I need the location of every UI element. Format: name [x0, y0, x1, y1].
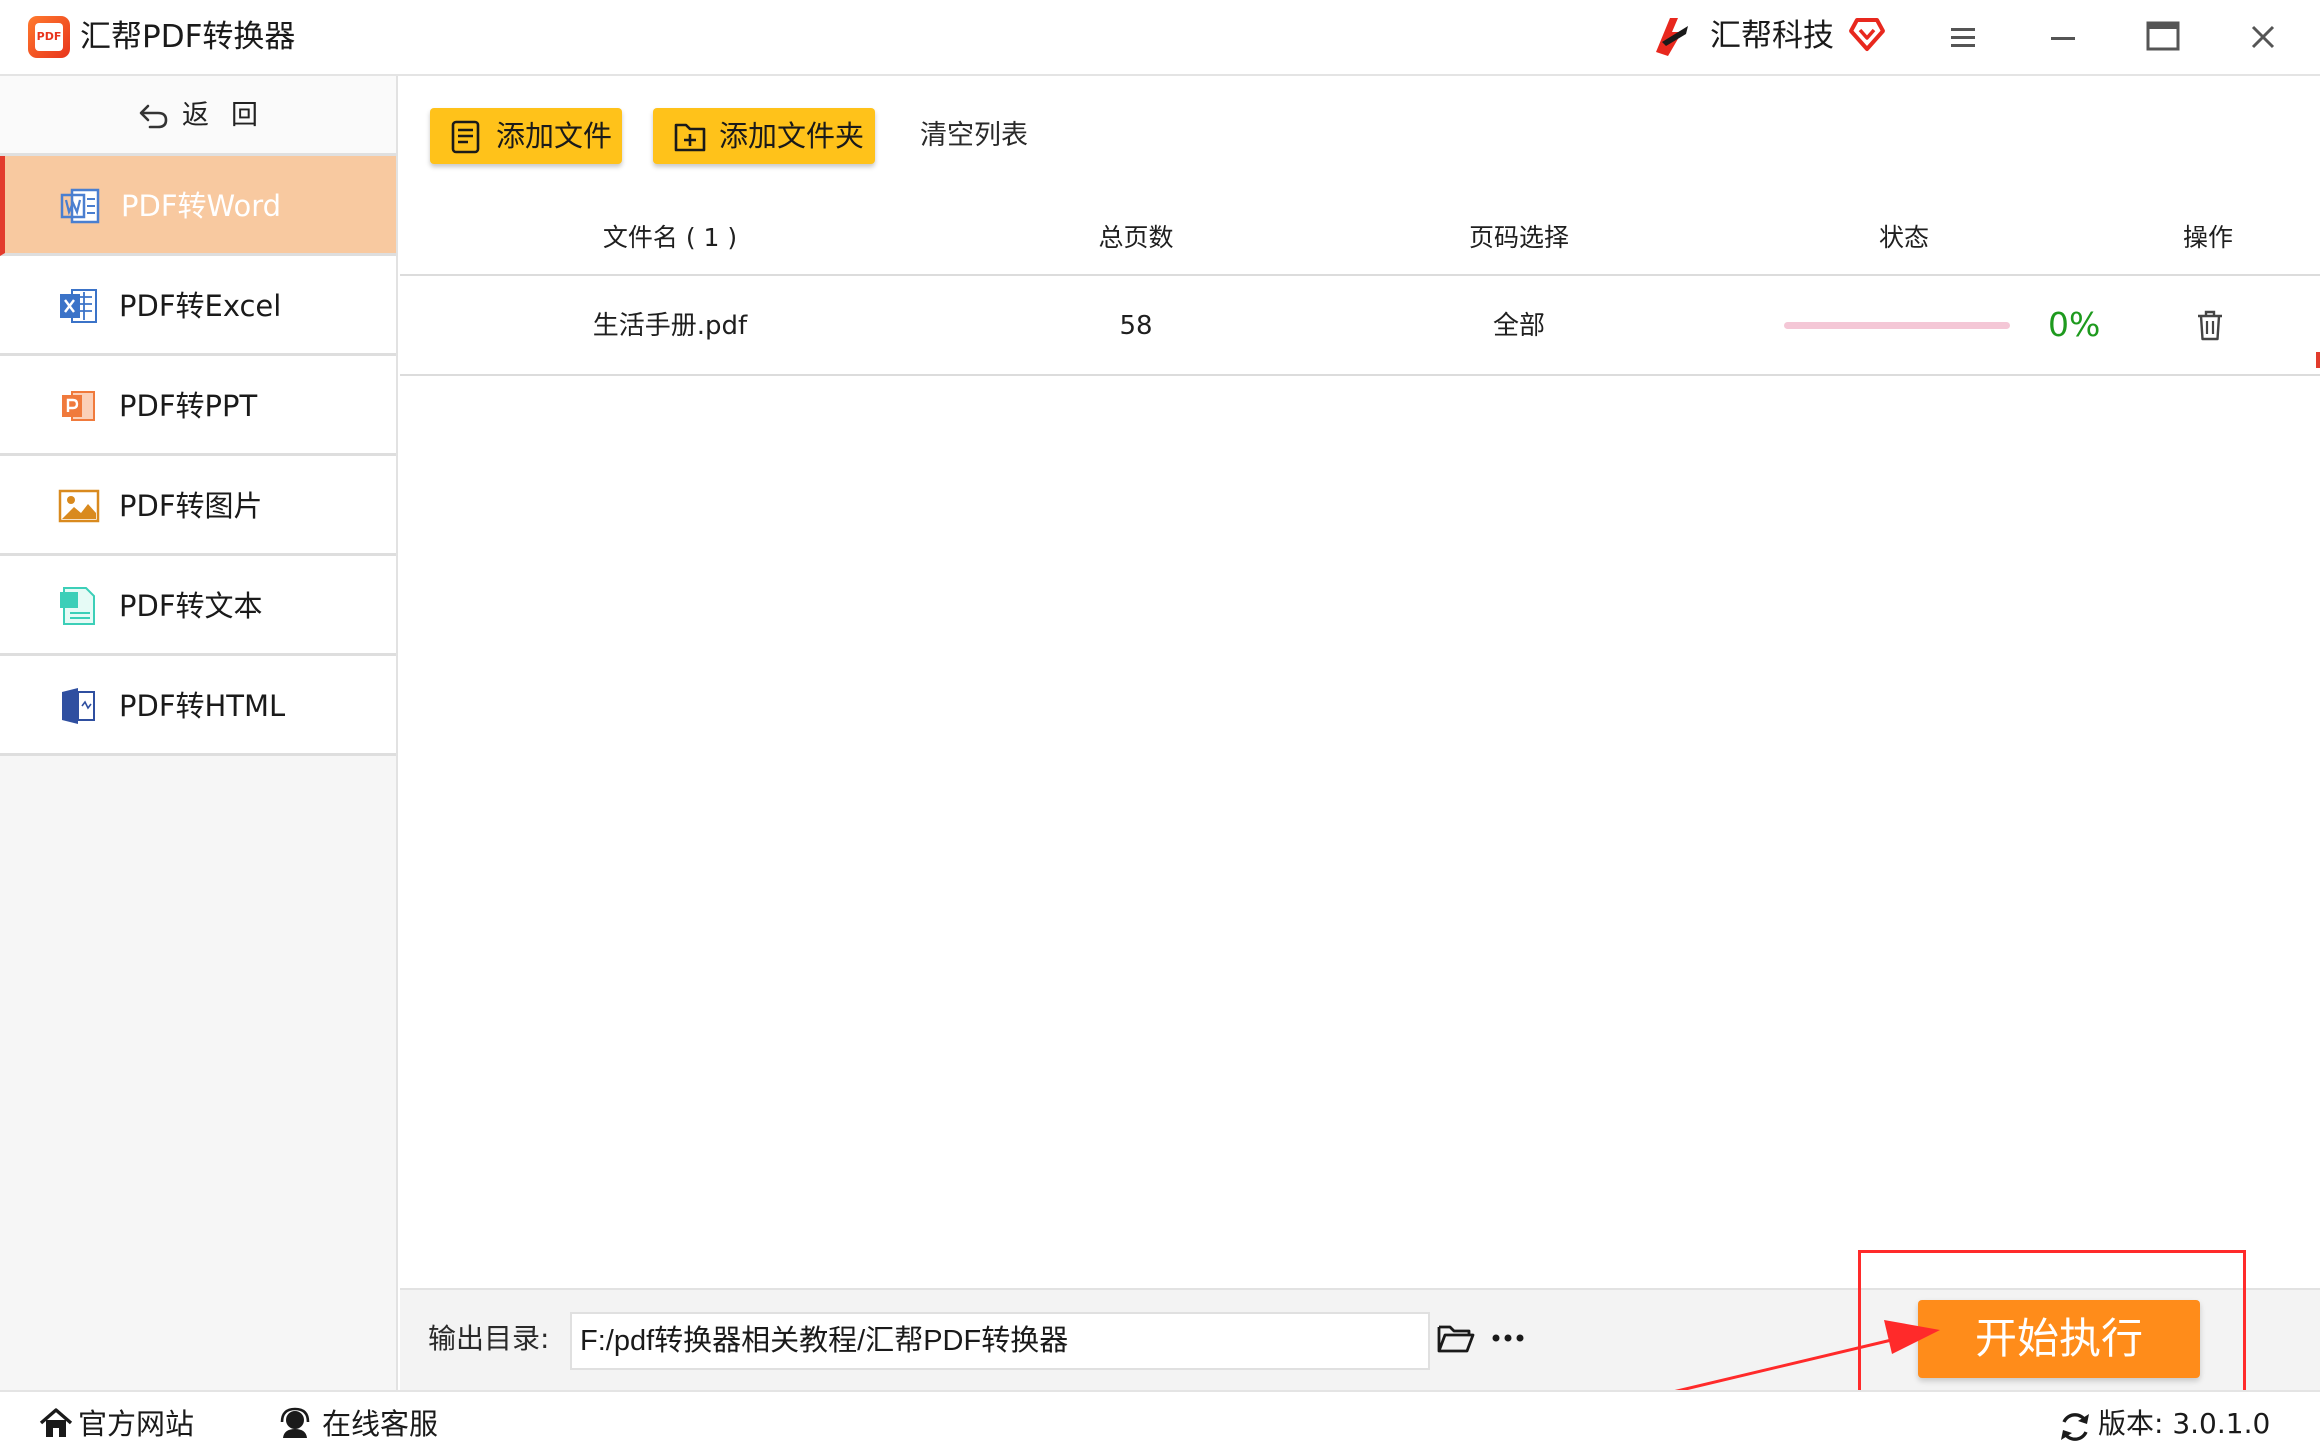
- page-range-select[interactable]: 全部: [1493, 308, 1545, 344]
- add-folder-icon: [674, 123, 706, 152]
- text-icon: [60, 587, 95, 625]
- column-header-status: 状态: [1878, 223, 1930, 252]
- add-folder-button[interactable]: 添加文件夹: [653, 108, 875, 164]
- hamburger-menu-icon[interactable]: [1938, 14, 1988, 60]
- total-pages: 58: [1119, 311, 1153, 341]
- word-icon: [60, 188, 100, 224]
- sidebar-item-pdf-to-html[interactable]: PDF转HTML: [0, 656, 396, 756]
- sidebar: 返回 PDF转Word PDF转Excel PDF转PPT PDF转图片 PDF…: [0, 76, 398, 1390]
- output-dir-input[interactable]: F:/pdf转换器相关教程/汇帮PDF转换器: [570, 1312, 1430, 1370]
- minimize-icon[interactable]: [2038, 14, 2088, 60]
- ppt-icon: [62, 391, 95, 421]
- online-support-link[interactable]: 在线客服: [322, 1404, 438, 1444]
- sidebar-item-pdf-to-excel[interactable]: PDF转Excel: [0, 256, 396, 356]
- heart-diamond-icon[interactable]: [1848, 16, 1886, 52]
- status-bar: 官方网站 在线客服 版本: 3.0.1.0: [0, 1390, 2320, 1456]
- sidebar-item-pdf-to-text[interactable]: PDF转文本: [0, 556, 396, 656]
- headset-icon[interactable]: [278, 1406, 312, 1440]
- html-icon: [62, 688, 95, 724]
- progress-bar: [1784, 322, 2010, 329]
- official-website-link[interactable]: 官方网站: [78, 1404, 194, 1444]
- sidebar-item-label: PDF转PPT: [119, 389, 258, 423]
- refresh-icon[interactable]: [2058, 1410, 2092, 1444]
- add-file-label: 添加文件: [496, 119, 613, 153]
- clear-list-button[interactable]: 清空列表: [920, 117, 1028, 155]
- image-icon: [58, 489, 100, 523]
- column-header-pages: 总页数: [1098, 223, 1174, 252]
- sidebar-item-label: PDF转Word: [121, 189, 282, 223]
- home-icon[interactable]: [38, 1406, 74, 1440]
- pdf-app-icon: PDF: [28, 16, 70, 58]
- open-folder-icon[interactable]: [1436, 1320, 1476, 1356]
- file-name: 生活手册.pdf: [592, 311, 748, 341]
- conversion-nav: PDF转Word PDF转Excel PDF转PPT PDF转图片 PDF转文本…: [0, 156, 396, 756]
- row-edge-marker: [2316, 352, 2320, 368]
- sidebar-item-label: PDF转文本: [119, 589, 263, 623]
- sidebar-item-pdf-to-word[interactable]: PDF转Word: [0, 156, 396, 256]
- progress-percent: 0%: [2048, 305, 2101, 344]
- column-header-page-range: 页码选择: [1468, 223, 1570, 252]
- add-file-button[interactable]: 添加文件: [430, 108, 622, 164]
- maximize-icon[interactable]: [2138, 14, 2188, 60]
- add-file-icon: [451, 120, 480, 154]
- sidebar-item-label: PDF转HTML: [119, 689, 286, 723]
- back-label: 返回: [182, 100, 280, 131]
- back-arrow-icon: [139, 104, 168, 129]
- trash-icon[interactable]: [2194, 308, 2226, 342]
- version-text: 版本: 3.0.1.0: [2098, 1407, 2271, 1440]
- sidebar-item-label: PDF转图片: [119, 489, 263, 523]
- app-logo-text: PDF: [35, 23, 63, 51]
- table-header: 文件名 ( 1 ) 总页数 页码选择 状态 操作: [400, 206, 2320, 276]
- app-title: 汇帮PDF转换器: [80, 19, 296, 55]
- close-icon[interactable]: [2238, 14, 2288, 60]
- sidebar-item-pdf-to-image[interactable]: PDF转图片: [0, 456, 396, 556]
- start-button[interactable]: 开始执行: [1918, 1300, 2200, 1378]
- excel-icon: [60, 289, 97, 323]
- sidebar-item-pdf-to-ppt[interactable]: PDF转PPT: [0, 356, 396, 456]
- table-row[interactable]: 生活手册.pdf 58 全部 0%: [400, 276, 2320, 376]
- back-button[interactable]: 返回: [0, 76, 396, 156]
- brand-name: 汇帮科技: [1710, 18, 1834, 54]
- huibang-logo-icon: [1656, 18, 1688, 56]
- column-header-filename: 文件名 ( 1 ): [602, 223, 738, 252]
- add-folder-label: 添加文件夹: [719, 119, 865, 153]
- sidebar-item-label: PDF转Excel: [119, 289, 282, 323]
- more-options-icon[interactable]: [1490, 1332, 1526, 1344]
- output-dir-label: 输出目录:: [428, 1322, 550, 1355]
- column-header-actions: 操作: [2182, 223, 2234, 252]
- title-bar: PDF 汇帮PDF转换器 汇帮科技: [0, 0, 2320, 76]
